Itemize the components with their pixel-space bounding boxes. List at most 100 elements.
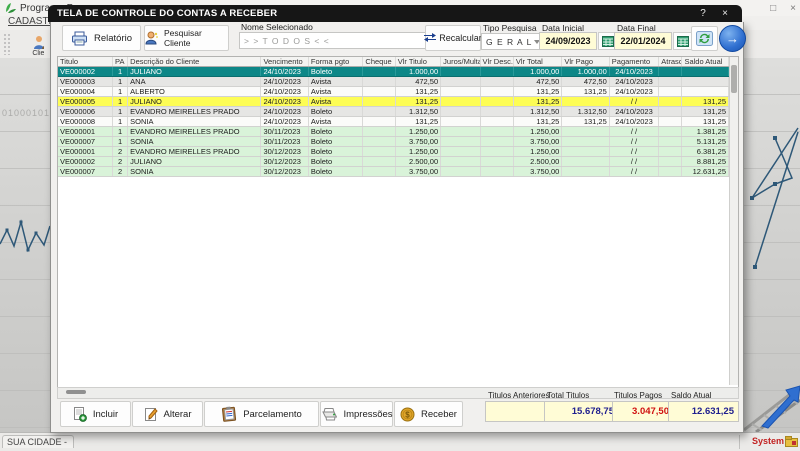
table-cell [658, 156, 683, 167]
table-cell: 1.000,00 [561, 66, 610, 77]
column-header[interactable]: Titulo [58, 57, 114, 67]
table-cell [561, 166, 610, 177]
table-cell [440, 136, 481, 147]
table-cell: 1.312,50 [561, 106, 610, 117]
table-cell: 1 [112, 116, 129, 127]
bg-close-button[interactable]: × [790, 3, 796, 14]
table-cell: 1.250,00 [395, 146, 442, 157]
dialog-titlebar[interactable]: TELA DE CONTROLE DO CONTAS A RECEBER ? × [48, 5, 742, 22]
table-row[interactable]: VE000001 2 EVANDRO MEIRELLES PRADO 30/12/20… [58, 146, 729, 157]
table-cell: 131,25 [681, 106, 729, 117]
table-cell [681, 86, 729, 97]
incluir-button[interactable]: Incluir [60, 401, 131, 427]
incluir-label: Incluir [92, 408, 119, 420]
swap-arrows-icon [424, 33, 437, 42]
pesquisar-cliente-button[interactable]: Pesquisar Cliente [144, 25, 229, 51]
table-cell: VE000007 [58, 166, 114, 177]
column-header[interactable]: Atraso [658, 57, 683, 67]
column-header[interactable]: PA [112, 57, 129, 67]
column-header[interactable]: Pagamento [609, 57, 660, 67]
column-header[interactable]: Juros/Multa [440, 57, 481, 67]
table-cell: VE000006 [58, 106, 114, 117]
table-cell [658, 126, 683, 137]
column-header[interactable]: Descrição do Cliente [127, 57, 262, 67]
table-cell [362, 146, 396, 157]
table-cell: / / [609, 126, 660, 137]
titulos-pagos-value: 3.047,50 [612, 401, 674, 422]
table-row[interactable]: VE000006 1 EVANDRO MEIRELLES PRADO 24/10/20… [58, 106, 729, 117]
data-final-field[interactable]: 22/01/2024 [614, 32, 672, 50]
dialog-help-button[interactable]: ? [692, 7, 714, 20]
svg-text:$: $ [405, 410, 410, 419]
table-cell: 30/11/2023 [260, 126, 309, 137]
table-cell: 131,25 [395, 96, 442, 107]
table-cell: SONIA [127, 166, 262, 177]
table-cell: 1 [112, 126, 129, 137]
table-cell: 472,50 [513, 76, 563, 87]
alterar-button[interactable]: Alterar [132, 401, 203, 427]
data-inicial-field[interactable]: 24/09/2023 [539, 32, 597, 50]
table-cell: 2 [112, 166, 129, 177]
tipo-pesquisa-select[interactable]: G E R A L [481, 33, 545, 50]
table-cell: 131,25 [395, 116, 442, 127]
table-cell [362, 66, 396, 77]
dialog-close-button[interactable]: × [714, 7, 736, 20]
table-cell: 30/12/2023 [260, 166, 309, 177]
receber-button[interactable]: $ Receber [394, 401, 463, 427]
table-cell: 131,25 [681, 116, 729, 127]
table-cell: 1.312,50 [395, 106, 442, 117]
impressoes-button[interactable]: Impressões [320, 401, 393, 427]
table-row[interactable]: VE000003 1 ANA 24/10/2023 Avista 472,50 472,50… [58, 76, 729, 87]
table-cell [440, 126, 481, 137]
table-row[interactable]: VE000007 2 SONIA 30/12/2023 Boleto 3.750,00 3.… [58, 166, 729, 177]
table-header-row[interactable]: Titulo PA Descrição do Cliente Vencimento Fo… [58, 57, 729, 67]
bg-restore-button[interactable]: □ [770, 3, 776, 14]
nome-selecionado-field[interactable]: > > T O D O S < < [239, 32, 431, 49]
calendar-icon [676, 35, 689, 47]
table-row[interactable]: VE000008 1 SONIA 24/10/2023 Avista 131,25 131,… [58, 116, 729, 127]
table-cell: SONIA [127, 116, 262, 127]
vertical-scrollbar-thumb[interactable] [731, 65, 737, 93]
column-header[interactable]: Vlr Pago [561, 57, 610, 67]
table-cell [362, 116, 396, 127]
table-cell: 12.631,25 [681, 166, 729, 177]
column-header[interactable]: Vlr Desc. [480, 57, 514, 67]
table-cell: / / [609, 146, 660, 157]
horizontal-scrollbar-thumb[interactable] [66, 390, 86, 394]
table-cell: 1 [112, 66, 129, 77]
table-cell: Boleto [308, 126, 364, 137]
table-row[interactable]: VE000002 2 JULIANO 30/12/2023 Boleto 2.500,00… [58, 156, 729, 167]
arrow-right-icon: → [726, 31, 739, 46]
titulos-pagos-label: Titulos Pagos [614, 391, 663, 400]
wallpaper-ladder-graphic [743, 385, 800, 432]
column-header[interactable]: Vencimento [260, 57, 309, 67]
sync-button[interactable] [691, 26, 718, 51]
data-final-calendar-button[interactable] [673, 32, 692, 50]
table-row[interactable]: VE000001 1 EVANDRO MEIRELLES PRADO 30/11/20… [58, 126, 729, 137]
table-row[interactable]: VE000004 1 ALBERTO 24/10/2023 Avista 131,25 13… [58, 86, 729, 97]
table-cell [440, 76, 481, 87]
table-cell: Boleto [308, 156, 364, 167]
table-row[interactable]: VE000007 1 SONIA 30/11/2023 Boleto 3.750,00 3.… [58, 136, 729, 147]
column-header[interactable]: Vlr Titulo [395, 57, 442, 67]
table-row[interactable]: VE000002 1 JULIANO 24/10/2023 Boleto 1.000,00… [58, 66, 729, 77]
table-row[interactable]: VE000005 1 JULIANO 24/10/2023 Avista 131,25 13… [58, 96, 729, 107]
receivables-table: Titulo PA Descrição do Cliente Vencimento Fo… [57, 56, 739, 388]
table-cell: 1 [112, 106, 129, 117]
table-cell: EVANDRO MEIRELLES PRADO [127, 146, 262, 157]
column-header[interactable]: Saldo Atual [681, 57, 729, 67]
statusbar-folder-icon[interactable] [785, 436, 798, 447]
relatorio-button[interactable]: Relatório [62, 25, 141, 51]
total-titulos-label: Total Titulos [547, 391, 590, 400]
table-cell [480, 116, 514, 127]
parcelamento-button[interactable]: Parcelamento [204, 401, 319, 427]
column-header[interactable]: Forma pgto [308, 57, 364, 67]
vertical-scrollbar[interactable] [729, 57, 738, 385]
printer-icon [71, 31, 87, 45]
go-button[interactable]: → [719, 25, 746, 52]
column-header[interactable]: Cheque [362, 57, 396, 67]
table-cell: VE000007 [58, 136, 114, 147]
column-header[interactable]: Vlr Total [513, 57, 563, 67]
recalcular-button[interactable]: Recalcular [424, 25, 482, 51]
table-cell [658, 116, 683, 127]
